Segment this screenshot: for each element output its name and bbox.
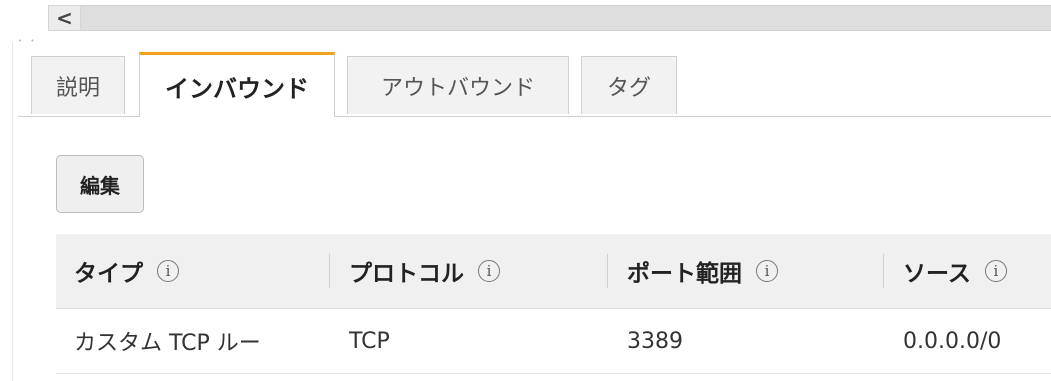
panel-divider [12, 42, 13, 381]
inbound-rules-table: タイプ i プロトコル i ポート範囲 i ソース i カスタム TCP ルー … [56, 234, 1051, 374]
chevron-left-icon: < [56, 6, 73, 30]
edit-button[interactable]: 編集 [56, 155, 144, 213]
column-header-source[interactable]: ソース i [903, 234, 1007, 308]
tab-tags[interactable]: タグ [581, 56, 677, 114]
header-label: ポート範囲 [627, 261, 742, 287]
column-header-type[interactable]: タイプ i [74, 234, 179, 308]
column-divider[interactable] [329, 254, 330, 288]
header-label: タイプ [74, 261, 143, 287]
tab-bar: 説明 インバウンド アウトバウンド タグ [18, 52, 1051, 117]
column-header-protocol[interactable]: プロトコル i [349, 234, 500, 308]
cell-protocol: TCP [349, 328, 390, 354]
column-header-port-range[interactable]: ポート範囲 i [627, 234, 778, 308]
scroll-left-button[interactable]: < [48, 5, 81, 31]
tab-label: インバウンド [165, 74, 309, 103]
header-label: プロトコル [349, 261, 464, 287]
scroll-track[interactable] [81, 5, 1051, 31]
table-header: タイプ i プロトコル i ポート範囲 i ソース i [56, 234, 1051, 309]
info-icon[interactable]: i [157, 260, 179, 282]
tab-outbound[interactable]: アウトバウンド [347, 56, 569, 114]
info-icon[interactable]: i [478, 260, 500, 282]
column-divider[interactable] [607, 254, 608, 288]
info-icon[interactable]: i [756, 260, 778, 282]
info-icon[interactable]: i [984, 260, 1007, 282]
table-row[interactable]: カスタム TCP ルー TCP 3389 0.0.0.0/0 [56, 309, 1051, 374]
cell-source: 0.0.0.0/0 [903, 328, 1002, 354]
tab-inbound[interactable]: インバウンド [139, 52, 335, 117]
edit-button-label: 編集 [80, 173, 120, 198]
resize-grip-icon[interactable]: • • [18, 37, 37, 45]
header-label: ソース [903, 261, 971, 287]
cell-type: カスタム TCP ルー [74, 331, 261, 356]
cell-port-range: 3389 [627, 328, 683, 354]
column-divider[interactable] [883, 254, 884, 288]
tab-label: タグ [606, 75, 651, 101]
horizontal-scrollbar[interactable]: < [0, 0, 1051, 38]
tab-description[interactable]: 説明 [31, 56, 125, 114]
tab-label: 説明 [55, 75, 100, 101]
tab-label: アウトバウンド [380, 75, 535, 101]
